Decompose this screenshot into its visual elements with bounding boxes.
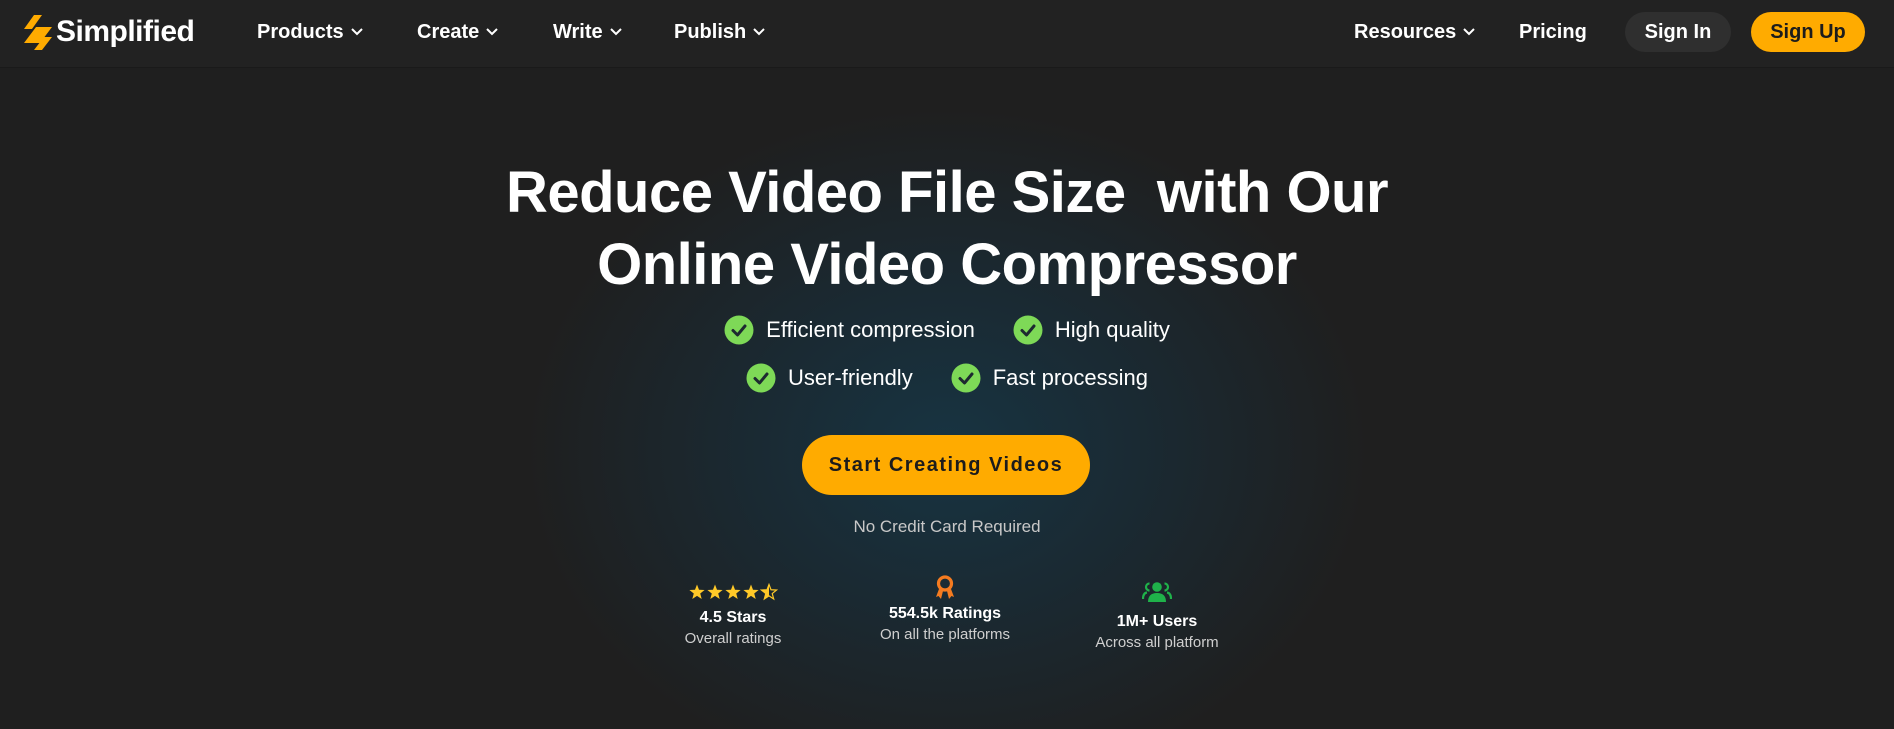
- check-circle-icon: [1013, 315, 1043, 345]
- star-full-icon: [725, 584, 741, 599]
- stat-rating: 4.5 Stars Overall ratings: [633, 579, 833, 647]
- start-creating-videos-button[interactable]: Start Creating Videos: [802, 435, 1090, 495]
- top-navbar: Simplified Products Create Write Publish…: [0, 0, 1894, 68]
- page-title: Reduce Video File Size with Our Online V…: [0, 157, 1894, 301]
- brand-name: Simplified: [56, 15, 195, 48]
- feature-item: Efficient compression: [724, 315, 975, 345]
- nav-create[interactable]: Create: [417, 18, 499, 46]
- stat-subtitle: Overall ratings: [684, 630, 782, 647]
- nav-pricing[interactable]: Pricing: [1519, 18, 1587, 46]
- feature-label: Efficient compression: [766, 317, 975, 342]
- headline-line-1: Reduce Video File Size with Our: [505, 160, 1389, 225]
- award-ribbon-icon: [936, 575, 954, 599]
- chevron-down-icon: [1463, 28, 1475, 36]
- star-full-icon: [707, 584, 723, 599]
- simplified-logo-icon: [24, 15, 52, 50]
- nav-resources-label: Resources: [1354, 20, 1457, 43]
- chevron-down-icon: [350, 28, 363, 36]
- brand-logo[interactable]: Simplified: [24, 12, 195, 52]
- check-circle-icon: [951, 363, 981, 393]
- feature-list-row-2: User-friendly Fast processing: [0, 363, 1894, 393]
- nav-publish-label: Publish: [674, 20, 747, 43]
- star-rating-icon: [688, 579, 778, 605]
- stat-users: 1M+ Users Across all platform: [1057, 579, 1257, 651]
- headline-line-2: Online Video Compressor: [597, 232, 1297, 297]
- hero-section: Reduce Video File Size with Our Online V…: [0, 69, 1894, 729]
- stat-ratings-count: 554.5k Ratings On all the platforms: [845, 575, 1045, 643]
- check-circle-icon: [746, 363, 776, 393]
- sign-in-button[interactable]: Sign In: [1625, 12, 1731, 52]
- nav-resources[interactable]: Resources: [1354, 18, 1476, 46]
- nav-products[interactable]: Products: [257, 18, 364, 46]
- nav-pricing-label: Pricing: [1519, 20, 1587, 43]
- stat-title: 1M+ Users: [1116, 613, 1198, 630]
- nav-write[interactable]: Write: [553, 18, 623, 46]
- nav-create-label: Create: [417, 20, 480, 43]
- nav-products-label: Products: [257, 20, 344, 43]
- chevron-down-icon: [753, 28, 765, 36]
- star-full-icon: [743, 584, 759, 599]
- check-circle-icon: [724, 315, 754, 345]
- chevron-down-icon: [486, 28, 498, 36]
- feature-item: User-friendly: [746, 363, 913, 393]
- feature-label: High quality: [1054, 317, 1170, 342]
- feature-item: Fast processing: [951, 363, 1148, 393]
- star-full-icon: [689, 584, 705, 599]
- sign-up-button[interactable]: Sign Up: [1751, 12, 1865, 52]
- stat-subtitle: On all the platforms: [879, 626, 1011, 643]
- feature-list-row-1: Efficient compression High quality: [0, 315, 1894, 345]
- stars-row: [689, 583, 778, 601]
- stat-subtitle: Across all platform: [1095, 634, 1219, 651]
- users-group-icon: [1142, 582, 1172, 602]
- feature-item: High quality: [1013, 315, 1170, 345]
- feature-label: Fast processing: [992, 365, 1148, 390]
- no-credit-card-note: No Credit Card Required: [853, 517, 1041, 536]
- feature-label: User-friendly: [788, 365, 913, 390]
- nav-publish[interactable]: Publish: [674, 18, 766, 46]
- stat-title: 554.5k Ratings: [888, 605, 1002, 622]
- nav-write-label: Write: [553, 20, 603, 43]
- stat-title: 4.5 Stars: [699, 609, 767, 626]
- star-half-icon: [759, 583, 778, 601]
- chevron-down-icon: [609, 28, 622, 36]
